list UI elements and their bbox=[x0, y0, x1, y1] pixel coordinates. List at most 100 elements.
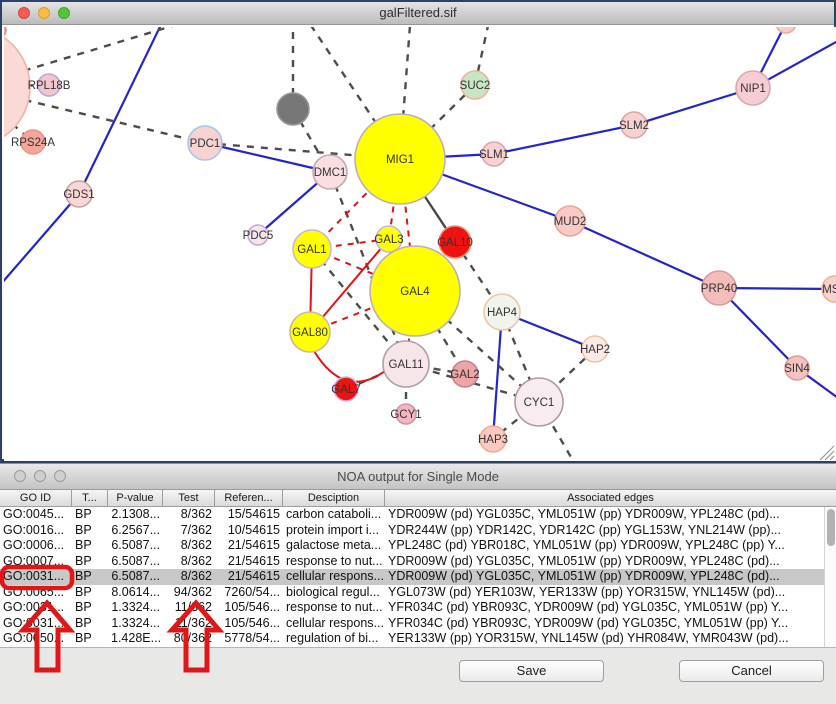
node-corner[interactable] bbox=[4, 27, 6, 38]
cell-pvalue[interactable]: 1.3324... bbox=[108, 616, 163, 632]
cell-pvalue[interactable]: 6.2567... bbox=[108, 523, 163, 539]
cell-reference[interactable]: 21/54615 bbox=[215, 554, 283, 570]
cell-edges[interactable]: YPL248C (pd) YBR018C, YML051W (pp) YDR00… bbox=[385, 538, 836, 554]
cell-type[interactable]: BP bbox=[72, 569, 108, 585]
vertical-scrollbar[interactable] bbox=[824, 507, 836, 647]
table-row[interactable]: GO:0016...BP6.2567...7/36210/54615protei… bbox=[0, 523, 836, 539]
node-tr[interactable] bbox=[776, 27, 796, 33]
network-canvas[interactable]: RPL18BRPS24AGDS1PDC1DMC1MIG1SUC2SLM1SLM2… bbox=[4, 27, 836, 461]
cell-edges[interactable]: YER133W (pp) YOR315W, YNL145W (pd) YHR08… bbox=[385, 631, 836, 647]
save-button[interactable]: Save bbox=[459, 660, 604, 682]
cell-goid[interactable]: GO:0065... bbox=[0, 585, 72, 601]
cell-reference[interactable]: 105/546... bbox=[215, 616, 283, 632]
cell-goid[interactable]: GO:0045... bbox=[0, 507, 72, 523]
cell-type[interactable]: BP bbox=[72, 616, 108, 632]
cell-type[interactable]: BP bbox=[72, 631, 108, 647]
cell-type[interactable]: BP bbox=[72, 585, 108, 601]
cell-goid[interactable]: GO:0016... bbox=[0, 523, 72, 539]
cell-goid[interactable]: GO:0050... bbox=[0, 631, 72, 647]
cancel-button[interactable]: Cancel bbox=[679, 660, 824, 682]
cell-pvalue[interactable]: 2.1308... bbox=[108, 507, 163, 523]
cell-pvalue[interactable]: 6.5087... bbox=[108, 554, 163, 570]
cell-test[interactable]: 8/362 bbox=[163, 554, 215, 570]
table-row[interactable]: GO:0007...BP6.5087...8/36221/54615respon… bbox=[0, 554, 836, 570]
cell-test[interactable]: 7/362 bbox=[163, 523, 215, 539]
cell-type[interactable]: BP bbox=[72, 600, 108, 616]
cell-reference[interactable]: 10/54615 bbox=[215, 523, 283, 539]
cell-edges[interactable]: YFR034C (pd) YBR093C, YDR009W (pd) YGL03… bbox=[385, 616, 836, 632]
cell-edges[interactable]: YDR244W (pp) YDR142C, YDR142C (pp) YGL15… bbox=[385, 523, 836, 539]
cell-description[interactable]: response to nut... bbox=[283, 554, 385, 570]
cell-description[interactable]: regulation of bi... bbox=[283, 631, 385, 647]
noa-table-body[interactable]: GO:0045...BP2.1308...8/36215/54615carbon… bbox=[0, 507, 836, 648]
cell-goid[interactable]: GO:0006... bbox=[0, 538, 72, 554]
column-header-t-[interactable]: T... bbox=[72, 490, 108, 506]
cell-goid[interactable]: GO:0031... bbox=[0, 600, 72, 616]
table-row[interactable]: GO:0006...BP6.5087...8/36221/54615galact… bbox=[0, 538, 836, 554]
network-window-titlebar[interactable]: galFiltered.sif bbox=[2, 2, 834, 25]
cell-reference[interactable]: 105/546... bbox=[215, 600, 283, 616]
cell-description[interactable]: cellular respons... bbox=[283, 616, 385, 632]
column-header-desciption[interactable]: Desciption bbox=[283, 490, 385, 506]
cell-description[interactable]: biological regul... bbox=[283, 585, 385, 601]
cell-goid[interactable]: GO:0007... bbox=[0, 554, 72, 570]
cell-edges[interactable]: YGL073W (pd) YER103W, YER133W (pp) YOR31… bbox=[385, 585, 836, 601]
close-button[interactable] bbox=[18, 7, 30, 19]
cell-description[interactable]: galactose meta... bbox=[283, 538, 385, 554]
table-row[interactable]: GO:0050...BP1.428E...80/3625778/54...reg… bbox=[0, 631, 836, 647]
cell-edges[interactable]: YDR009W (pd) YGL035C, YML051W (pp) YDR00… bbox=[385, 569, 836, 585]
cell-test[interactable]: 8/362 bbox=[163, 507, 215, 523]
cell-reference[interactable]: 21/54615 bbox=[215, 569, 283, 585]
cell-pvalue[interactable]: 6.5087... bbox=[108, 538, 163, 554]
column-header-p-value[interactable]: P-value bbox=[108, 490, 163, 506]
scrollbar-thumb[interactable] bbox=[827, 509, 835, 546]
cell-goid[interactable]: GO:0031... bbox=[0, 616, 72, 632]
cell-goid[interactable]: GO:0031... bbox=[0, 569, 72, 585]
cell-test[interactable]: 80/362 bbox=[163, 631, 215, 647]
table-row[interactable]: GO:0031...BP1.3324...11/362105/546...res… bbox=[0, 600, 836, 616]
cell-pvalue[interactable]: 1.3324... bbox=[108, 600, 163, 616]
table-row[interactable]: GO:0045...BP2.1308...8/36215/54615carbon… bbox=[0, 507, 836, 523]
node-gray[interactable] bbox=[277, 93, 309, 125]
minimize-button-inactive[interactable] bbox=[34, 470, 46, 482]
column-header-test[interactable]: Test bbox=[163, 490, 215, 506]
cell-description[interactable]: protein import i... bbox=[283, 523, 385, 539]
close-button-inactive[interactable] bbox=[14, 470, 26, 482]
cell-edges[interactable]: YDR009W (pd) YGL035C, YML051W (pp) YDR00… bbox=[385, 554, 836, 570]
cell-pvalue[interactable]: 1.428E... bbox=[108, 631, 163, 647]
cell-type[interactable]: BP bbox=[72, 523, 108, 539]
cell-type[interactable]: BP bbox=[72, 554, 108, 570]
resize-grip[interactable] bbox=[825, 451, 834, 460]
cell-test[interactable]: 8/362 bbox=[163, 569, 215, 585]
column-header-go-id[interactable]: GO ID bbox=[0, 490, 72, 506]
table-row[interactable]: GO:0065...BP8.0614...94/3627260/54...bio… bbox=[0, 585, 836, 601]
column-header-associated-edges[interactable]: Associated edges bbox=[385, 490, 836, 506]
resize-grip[interactable] bbox=[830, 456, 834, 460]
cell-type[interactable]: BP bbox=[72, 507, 108, 523]
noa-window-titlebar[interactable]: NOA output for Single Mode bbox=[0, 464, 836, 490]
cell-edges[interactable]: YDR009W (pd) YGL035C, YML051W (pp) YDR00… bbox=[385, 507, 836, 523]
cell-pvalue[interactable]: 8.0614... bbox=[108, 585, 163, 601]
table-row-selected[interactable]: GO:0031...BP6.5087...8/36221/54615cellul… bbox=[0, 569, 836, 585]
cell-edges[interactable]: YFR034C (pd) YBR093C, YDR009W (pd) YGL03… bbox=[385, 600, 836, 616]
cell-test[interactable]: 11/362 bbox=[163, 600, 215, 616]
cell-description[interactable]: carbon cataboli... bbox=[283, 507, 385, 523]
minimize-button[interactable] bbox=[38, 7, 50, 19]
zoom-button[interactable] bbox=[58, 7, 70, 19]
column-header-referen-[interactable]: Referen... bbox=[215, 490, 283, 506]
node-bigl[interactable] bbox=[4, 27, 30, 147]
cell-reference[interactable]: 7260/54... bbox=[215, 585, 283, 601]
zoom-button-inactive[interactable] bbox=[54, 470, 66, 482]
cell-description[interactable]: response to nut... bbox=[283, 600, 385, 616]
cell-test[interactable]: 8/362 bbox=[163, 538, 215, 554]
cell-pvalue[interactable]: 6.5087... bbox=[108, 569, 163, 585]
cell-test[interactable]: 94/362 bbox=[163, 585, 215, 601]
cell-reference[interactable]: 5778/54... bbox=[215, 631, 283, 647]
cell-reference[interactable]: 21/54615 bbox=[215, 538, 283, 554]
table-header[interactable]: GO IDT...P-valueTestReferen...Desciption… bbox=[0, 490, 836, 507]
cell-description[interactable]: cellular respons... bbox=[283, 569, 385, 585]
cell-reference[interactable]: 15/54615 bbox=[215, 507, 283, 523]
cell-test[interactable]: 11/362 bbox=[163, 616, 215, 632]
network-view[interactable]: RPL18BRPS24AGDS1PDC1DMC1MIG1SUC2SLM1SLM2… bbox=[4, 27, 836, 461]
cell-type[interactable]: BP bbox=[72, 538, 108, 554]
